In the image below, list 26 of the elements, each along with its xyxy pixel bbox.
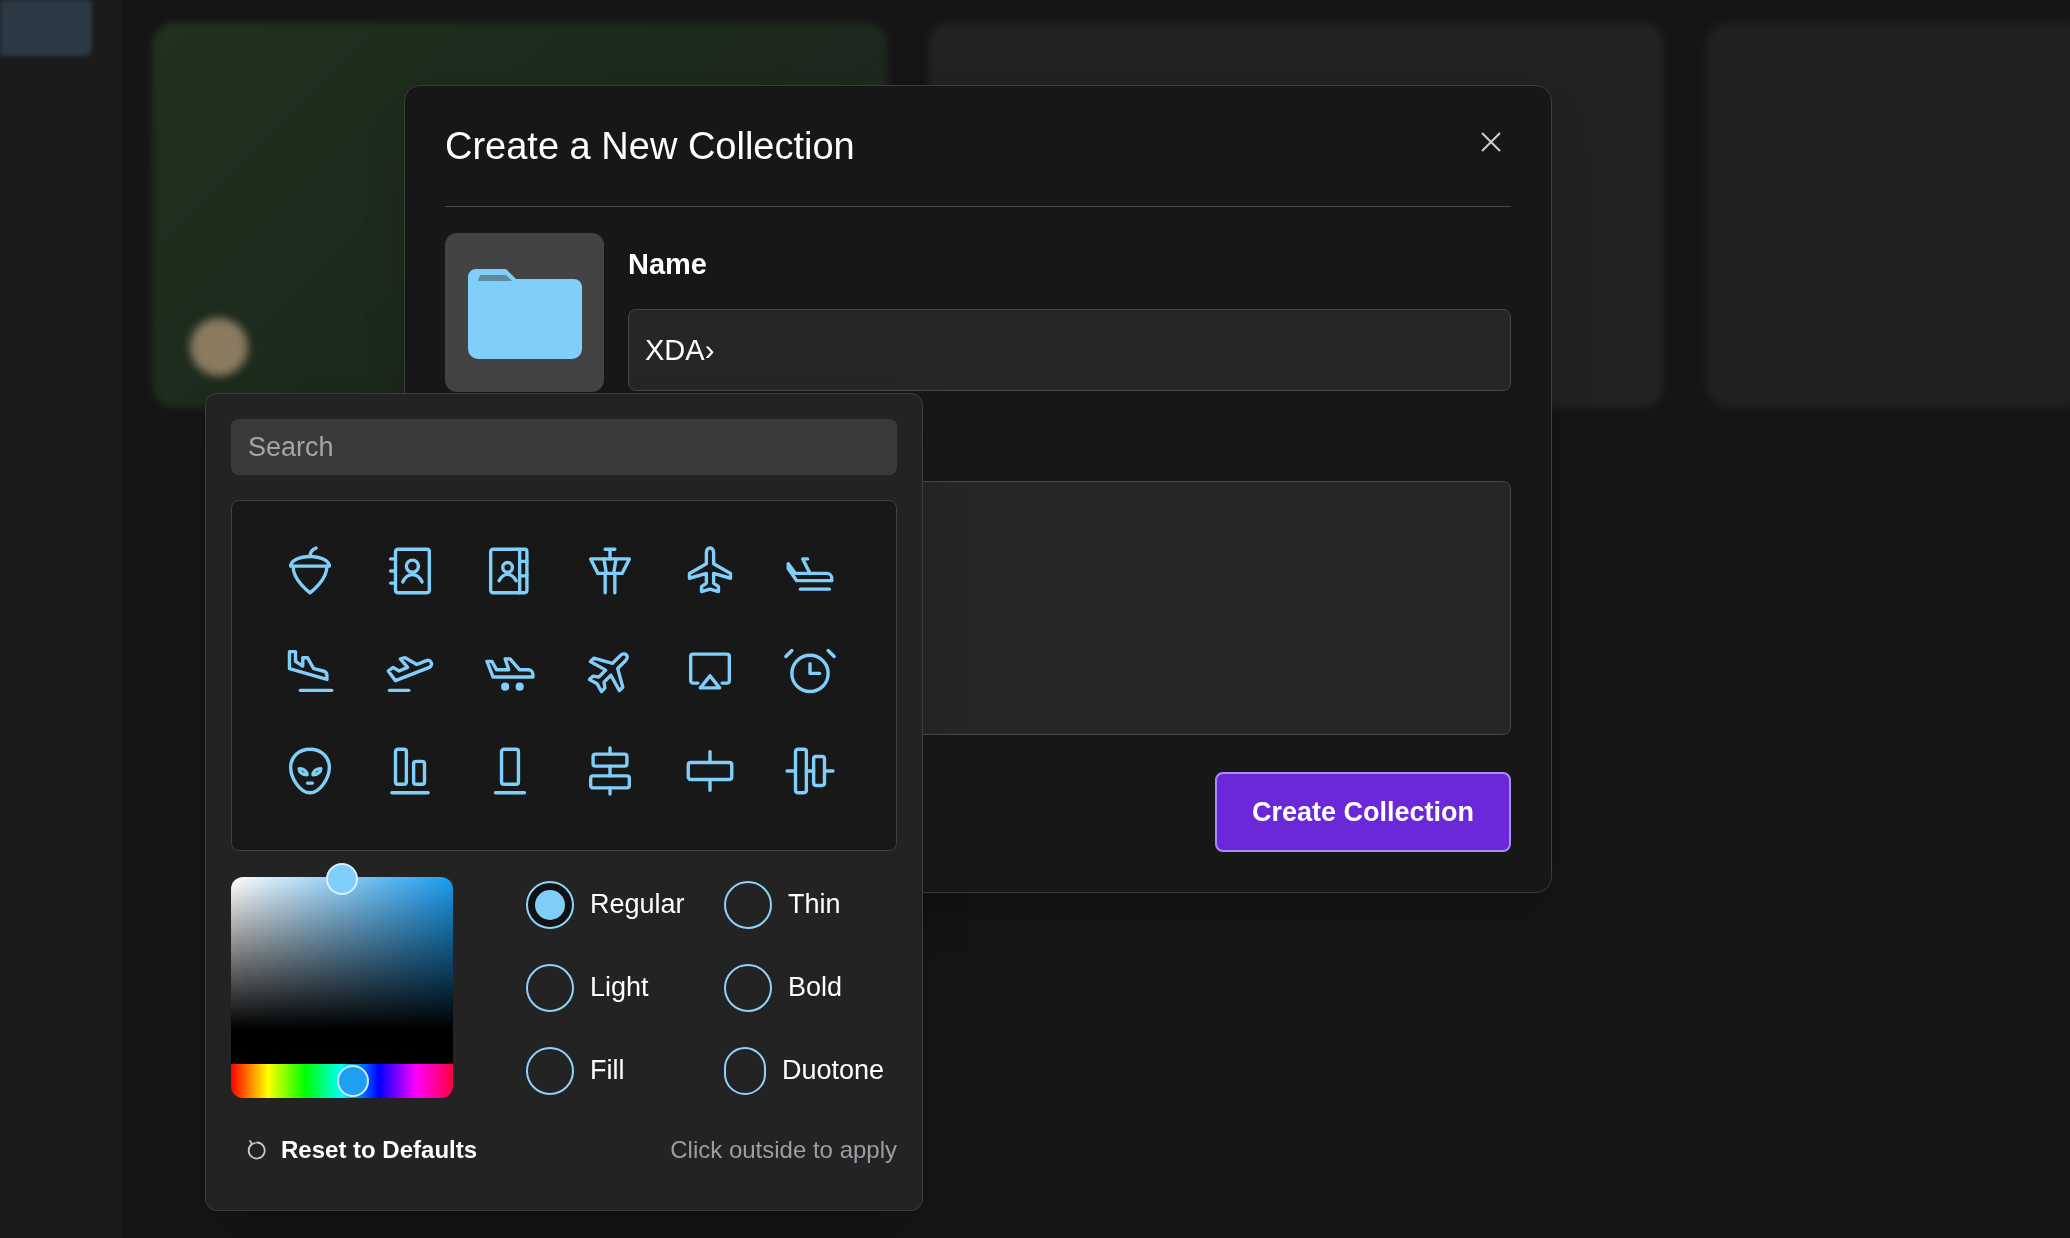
weight-label: Thin <box>788 888 841 922</box>
shade-thumb[interactable] <box>326 863 358 895</box>
name-field[interactable]: XDA› <box>628 309 1511 391</box>
radio-button[interactable] <box>724 880 772 929</box>
icon-preview-button[interactable] <box>445 233 604 392</box>
shade-picker[interactable] <box>231 877 453 1067</box>
radio-button[interactable] <box>724 963 772 1012</box>
weight-label: Duotone <box>781 1054 884 1088</box>
weight-label: Bold <box>788 971 843 1005</box>
create-collection-button[interactable]: Create Collection <box>1215 772 1511 852</box>
weight-label: Light <box>590 971 649 1005</box>
dialog-title: Create a New Collection <box>445 123 855 169</box>
radio-button[interactable] <box>526 1046 574 1095</box>
weight-label: Regular <box>590 888 685 922</box>
hue-thumb[interactable] <box>337 1065 370 1097</box>
reset-button[interactable]: Reset to Defaults <box>231 1132 478 1168</box>
hue-slider[interactable] <box>231 1064 453 1098</box>
reset-icon <box>247 1139 267 1161</box>
apply-hint: Click outside to apply <box>670 1135 897 1165</box>
radio-button[interactable] <box>526 963 574 1012</box>
radio-button[interactable] <box>724 1046 766 1095</box>
radio-button[interactable] <box>526 880 574 929</box>
weight-label: Fill <box>590 1054 625 1088</box>
search-field[interactable]: Search <box>231 419 897 475</box>
name-label: Name <box>628 247 708 282</box>
close-icon <box>1480 131 1502 153</box>
